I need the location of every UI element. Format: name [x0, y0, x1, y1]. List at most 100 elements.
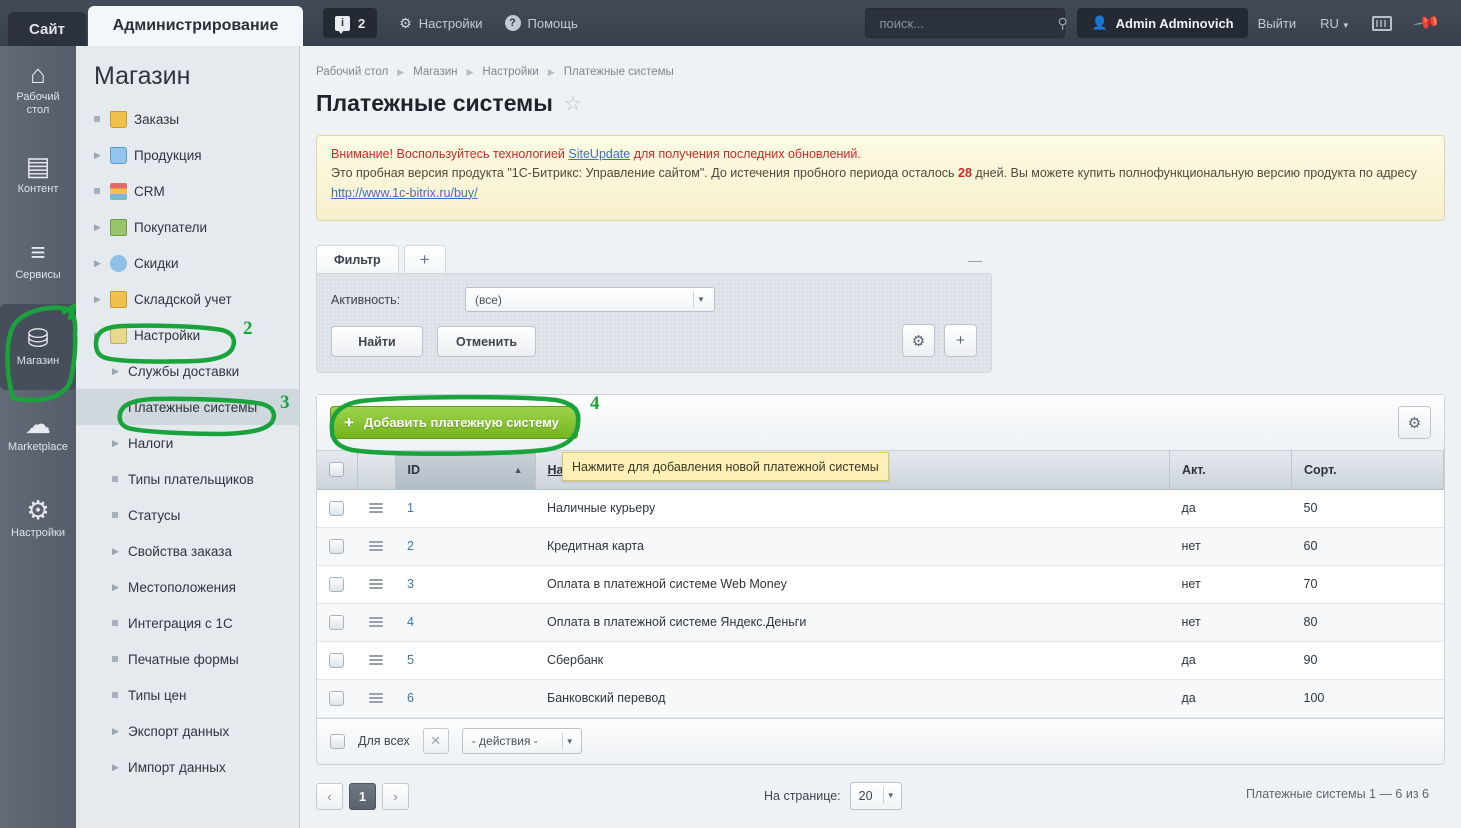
language-switcher[interactable]: RU▼ [1320, 16, 1350, 31]
cancel-filter-button[interactable]: Отменить [437, 326, 536, 357]
col-header-id[interactable]: ID ▲ [395, 451, 535, 489]
col-header-active[interactable]: Акт. [1170, 451, 1292, 489]
chevron-right-icon[interactable]: ▶ [94, 294, 103, 305]
sidebar-item-2[interactable]: ▶Продукция [76, 137, 299, 173]
sidebar-item-13[interactable]: ▶Свойства заказа [76, 533, 299, 569]
star-icon[interactable]: ☆ [564, 91, 582, 116]
row-menu-icon[interactable] [369, 579, 383, 589]
chevron-right-icon[interactable]: ▶ [94, 222, 103, 233]
per-page-select[interactable]: 20 ▼ [850, 782, 902, 810]
clear-selection-button[interactable]: ✕ [423, 728, 449, 754]
row-id-link[interactable]: 5 [407, 653, 414, 667]
chevron-right-icon[interactable]: ▶ [94, 330, 103, 341]
row-checkbox[interactable] [329, 577, 344, 592]
row-id-link[interactable]: 4 [407, 615, 414, 629]
row-checkbox-cell[interactable] [317, 603, 357, 641]
row-checkbox[interactable] [329, 653, 344, 668]
select-all-header[interactable] [317, 451, 357, 489]
sidebar-item-8[interactable]: ▶Службы доставки [76, 353, 299, 389]
row-id-cell[interactable]: 5 [395, 641, 535, 679]
sidebar-item-15[interactable]: Интеграция с 1С [76, 605, 299, 641]
logout-link[interactable]: Выйти [1258, 16, 1297, 31]
user-menu-button[interactable]: 👤 Admin Adminovich [1077, 8, 1247, 38]
row-checkbox-cell[interactable] [317, 489, 357, 527]
table-row[interactable]: 4Оплата в платежной системе Яндекс.Деньг… [317, 603, 1444, 641]
row-actions-cell[interactable] [357, 603, 395, 641]
plus-icon[interactable]: + [944, 324, 977, 357]
sidebar-item-5[interactable]: ▶Скидки [76, 245, 299, 281]
row-checkbox-cell[interactable] [317, 527, 357, 565]
chevron-right-icon[interactable]: ▶ [112, 762, 121, 773]
sidebar-item-17[interactable]: Типы цен [76, 677, 299, 713]
breadcrumb-item-1[interactable]: Рабочий стол [316, 66, 388, 78]
sidebar-item-7[interactable]: ▶Настройки [76, 317, 299, 353]
sidebar-item-19[interactable]: ▶Импорт данных [76, 749, 299, 785]
chevron-right-icon[interactable]: ▶ [112, 582, 121, 593]
table-row[interactable]: 3Оплата в платежной системе Web Moneyнет… [317, 565, 1444, 603]
sidebar-item-18[interactable]: ▶Экспорт данных [76, 713, 299, 749]
sidebar-item-14[interactable]: ▶Местоположения [76, 569, 299, 605]
notifications-button[interactable]: i 2 [323, 8, 377, 38]
row-checkbox[interactable] [329, 539, 344, 554]
page-button-current[interactable]: 1 [349, 783, 376, 810]
chevron-right-icon[interactable]: ▶ [94, 258, 103, 269]
row-id-link[interactable]: 3 [407, 577, 414, 591]
row-checkbox-cell[interactable] [317, 565, 357, 603]
col-header-sort[interactable]: Сорт. [1292, 451, 1444, 489]
bulk-actions-select[interactable]: - действия - ▼ [462, 728, 582, 754]
breadcrumb-item-3[interactable]: Настройки [482, 66, 538, 78]
row-menu-icon[interactable] [369, 503, 383, 513]
row-actions-cell[interactable] [357, 527, 395, 565]
tab-administration[interactable]: Администрирование [88, 6, 303, 46]
select-all-footer-checkbox[interactable] [330, 734, 345, 749]
rail-item-6[interactable]: ⚙Настройки [0, 476, 76, 562]
row-id-link[interactable]: 2 [407, 539, 414, 553]
pin-icon[interactable]: 📌 [1412, 9, 1441, 38]
siteupdate-link[interactable]: SiteUpdate [568, 147, 630, 161]
sidebar-item-9[interactable]: Платежные системы [76, 389, 299, 425]
row-menu-icon[interactable] [369, 655, 383, 665]
search-icon[interactable]: ⚲ [1057, 15, 1067, 32]
row-id-cell[interactable]: 1 [395, 489, 535, 527]
sidebar-item-1[interactable]: Заказы [76, 101, 299, 137]
row-actions-cell[interactable] [357, 641, 395, 679]
find-button[interactable]: Найти [331, 326, 423, 357]
row-checkbox[interactable] [329, 501, 344, 516]
row-checkbox[interactable] [329, 615, 344, 630]
row-id-link[interactable]: 1 [407, 501, 414, 515]
tab-filter[interactable]: Фильтр [316, 245, 399, 274]
table-row[interactable]: 2Кредитная картанет60 [317, 527, 1444, 565]
tab-site[interactable]: Сайт [8, 12, 86, 46]
chevron-right-icon[interactable]: ▶ [112, 438, 121, 449]
rail-item-4[interactable]: ⛁Магазин [0, 304, 76, 390]
search-box[interactable]: ⚲ [865, 8, 1065, 38]
row-id-cell[interactable]: 3 [395, 565, 535, 603]
row-menu-icon[interactable] [369, 617, 383, 627]
filter-activity-select[interactable]: (все) ▼ [465, 287, 715, 312]
sidebar-item-16[interactable]: Печатные формы [76, 641, 299, 677]
row-actions-cell[interactable] [357, 679, 395, 717]
gear-icon[interactable]: ⚙ [902, 324, 935, 357]
row-id-cell[interactable]: 4 [395, 603, 535, 641]
row-menu-icon[interactable] [369, 693, 383, 703]
prev-page-button[interactable]: ‹ [316, 783, 343, 810]
table-row[interactable]: 1Наличные курьеруда50 [317, 489, 1444, 527]
collapse-filter-button[interactable]: — [968, 252, 982, 268]
buy-link[interactable]: http://www.1c-bitrix.ru/buy/ [331, 186, 478, 200]
add-payment-system-button[interactable]: + Добавить платежную систему [330, 406, 578, 439]
rail-item-5[interactable]: ☁Marketplace [0, 390, 76, 476]
top-settings-button[interactable]: ⚙ Настройки [399, 16, 482, 31]
search-input[interactable] [877, 15, 1057, 32]
grid-settings-gear-icon[interactable]: ⚙ [1398, 406, 1431, 439]
sidebar-item-6[interactable]: ▶Складской учет [76, 281, 299, 317]
add-filter-tab-button[interactable]: + [404, 245, 446, 274]
next-page-button[interactable]: › [382, 783, 409, 810]
row-id-cell[interactable]: 6 [395, 679, 535, 717]
sidebar-item-4[interactable]: ▶Покупатели [76, 209, 299, 245]
table-row[interactable]: 6Банковский переводда100 [317, 679, 1444, 717]
rail-item-2[interactable]: ▤Контент [0, 132, 76, 218]
chevron-right-icon[interactable]: ▶ [112, 366, 121, 377]
chevron-right-icon[interactable]: ▶ [112, 546, 121, 557]
row-checkbox[interactable] [329, 691, 344, 706]
breadcrumb-item-2[interactable]: Магазин [413, 66, 457, 78]
